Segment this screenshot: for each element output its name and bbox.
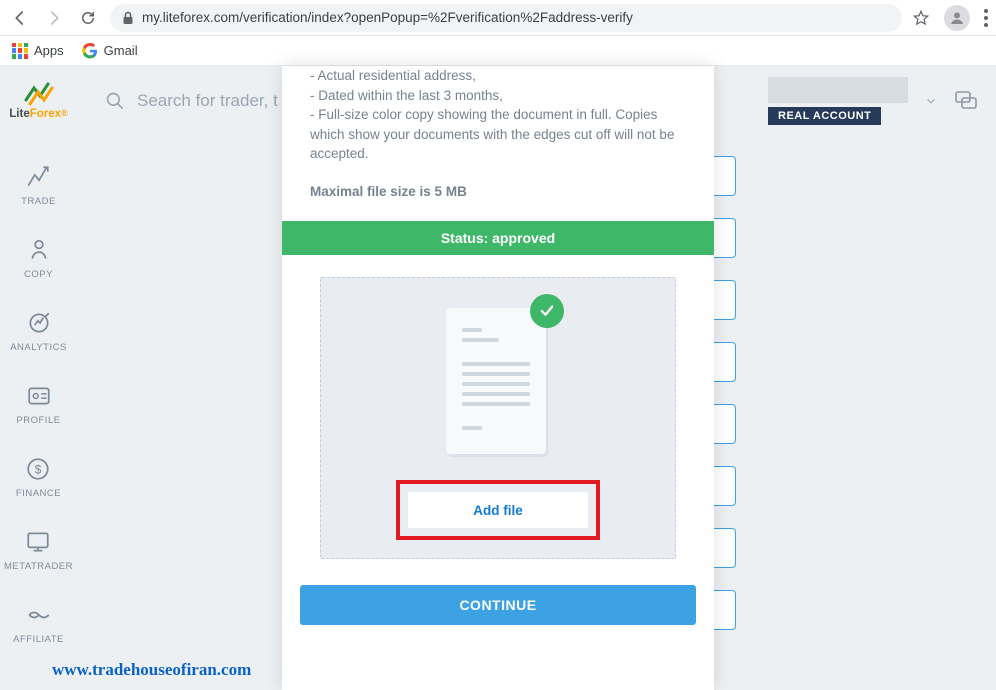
document-preview xyxy=(438,300,558,460)
reload-button[interactable] xyxy=(76,6,100,30)
bookmarks-bar: Apps Gmail xyxy=(0,36,996,66)
address-bar[interactable]: my.liteforex.com/verification/index?open… xyxy=(110,4,902,32)
verification-panel: - Actual residential address, - Dated wi… xyxy=(282,66,714,690)
sidebar-item-copy[interactable]: COPY xyxy=(24,237,53,280)
affiliate-icon xyxy=(26,602,52,628)
app-viewport: LiteForex® Search for trader, t REAL ACC… xyxy=(0,66,996,690)
sidebar-item-trade[interactable]: TRADE xyxy=(21,164,56,207)
requirement-line: - Dated within the last 3 months, xyxy=(310,86,686,106)
requirement-line: - Full-size color copy showing the docum… xyxy=(310,105,686,164)
google-g-icon xyxy=(82,43,98,59)
sidebar-item-metatrader[interactable]: METATRADER xyxy=(4,529,73,572)
search-icon xyxy=(105,91,125,111)
profile-avatar-icon[interactable] xyxy=(944,5,970,31)
gmail-shortcut[interactable]: Gmail xyxy=(82,43,138,59)
sidebar-item-finance[interactable]: $ FINANCE xyxy=(16,456,61,499)
gmail-label: Gmail xyxy=(104,43,138,58)
check-icon xyxy=(530,294,564,328)
add-file-highlight: Add file xyxy=(396,480,600,540)
analytics-icon xyxy=(26,310,52,336)
requirement-line: - Actual residential address, xyxy=(310,66,686,86)
sidebar-item-profile[interactable]: PROFILE xyxy=(16,383,60,426)
apps-label: Apps xyxy=(34,43,64,58)
profile-icon xyxy=(26,383,52,409)
star-icon[interactable] xyxy=(912,9,930,27)
forward-button[interactable] xyxy=(42,6,66,30)
status-bar: Status: approved xyxy=(282,221,714,255)
file-dropzone[interactable]: Add file xyxy=(320,277,676,559)
search-field[interactable]: Search for trader, t xyxy=(105,91,278,111)
apps-shortcut[interactable]: Apps xyxy=(12,43,64,59)
watermark-text: www.tradehouseofiran.com xyxy=(52,660,251,680)
liteforex-logo[interactable]: LiteForex® xyxy=(0,66,77,136)
browser-toolbar: my.liteforex.com/verification/index?open… xyxy=(0,0,996,36)
trade-icon xyxy=(25,164,51,190)
search-placeholder: Search for trader, t xyxy=(137,91,278,111)
continue-button[interactable]: CONTINUE xyxy=(300,585,696,625)
metatrader-icon xyxy=(25,529,51,555)
svg-text:$: $ xyxy=(35,462,42,476)
sidebar: TRADE COPY ANALYTICS PROFILE $ FINANCE M… xyxy=(0,136,77,690)
sidebar-item-affiliate[interactable]: AFFILIATE xyxy=(13,602,64,645)
chevron-down-icon[interactable] xyxy=(924,94,938,108)
account-type-badge: REAL ACCOUNT xyxy=(768,107,881,125)
sidebar-item-analytics[interactable]: ANALYTICS xyxy=(10,310,67,353)
kebab-menu-icon[interactable] xyxy=(984,9,988,27)
apps-grid-icon xyxy=(12,43,28,59)
logo-icon xyxy=(24,82,54,108)
chat-icon[interactable] xyxy=(954,89,978,113)
finance-icon: $ xyxy=(25,456,51,482)
max-file-size: Maximal file size is 5 MB xyxy=(310,182,686,202)
account-info-placeholder xyxy=(768,77,908,103)
copy-icon xyxy=(26,237,52,263)
add-file-button[interactable]: Add file xyxy=(408,492,588,528)
lock-icon xyxy=(122,11,134,25)
url-text: my.liteforex.com/verification/index?open… xyxy=(142,10,633,25)
back-button[interactable] xyxy=(8,6,32,30)
